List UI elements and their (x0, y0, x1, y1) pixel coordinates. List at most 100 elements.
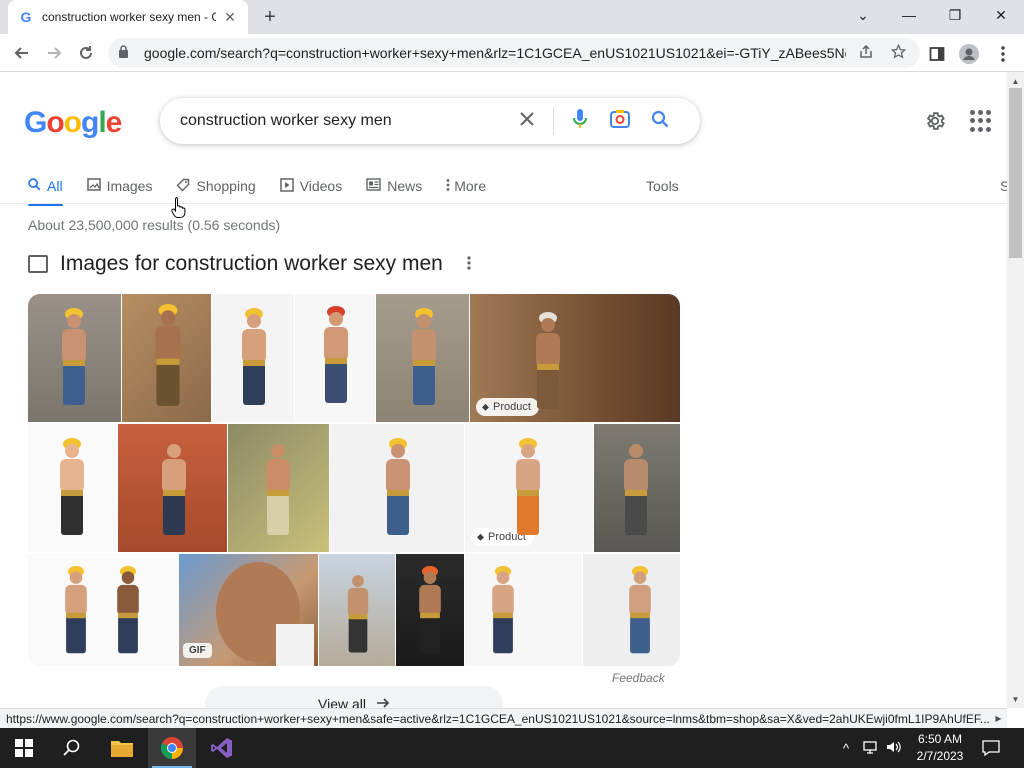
browser-tab[interactable]: G construction worker sexy men - G ✕ (8, 0, 248, 34)
torso-shape (412, 329, 436, 363)
back-icon[interactable] (8, 39, 36, 67)
head-shape (629, 444, 643, 458)
profile-avatar-icon[interactable] (958, 43, 980, 65)
tab-search-button[interactable]: ⌄ (840, 0, 886, 30)
torso-shape (65, 584, 87, 616)
hand-cursor-icon (171, 196, 187, 223)
side-panel-icon[interactable] (926, 43, 948, 65)
share-icon[interactable] (854, 44, 878, 62)
visual-studio-icon[interactable] (198, 728, 246, 768)
head-shape (541, 318, 555, 332)
google-logo[interactable]: Google (24, 106, 122, 140)
search-icon[interactable] (640, 110, 680, 133)
tab-title: construction worker sexy men - G (42, 10, 216, 24)
clock-time: 6:50 AM (917, 732, 963, 746)
toolbelt-shape (420, 612, 440, 619)
tab-images[interactable]: Images (86, 168, 152, 204)
head-shape (160, 310, 176, 325)
maximize-button[interactable]: ❐ (932, 0, 978, 30)
forward-icon[interactable] (40, 39, 68, 67)
tools-button[interactable]: Tools (646, 168, 679, 204)
toolbelt-shape (413, 360, 435, 366)
windows-taskbar: ^ 6:50 AM 2/7/2023 (0, 728, 1024, 768)
windows-logo-icon (15, 739, 33, 757)
address-bar[interactable]: google.com/search?q=construction+worker+… (108, 38, 920, 68)
image-icon (86, 178, 101, 194)
gear-icon[interactable] (922, 108, 948, 134)
url-text[interactable]: google.com/search?q=construction+worker+… (144, 45, 846, 61)
torso-shape (60, 459, 84, 493)
bookmark-star-icon[interactable] (886, 43, 910, 62)
google-apps-icon[interactable] (970, 110, 992, 132)
head-shape (521, 444, 535, 458)
search-nav-tabs: All Images Shopping Videos News More (28, 168, 510, 206)
pants-shape (66, 615, 86, 654)
head-shape (67, 314, 81, 328)
volume-icon[interactable] (884, 740, 904, 757)
torso-shape (162, 459, 186, 493)
more-options-icon[interactable] (467, 254, 471, 275)
new-tab-button[interactable]: + (258, 5, 282, 29)
image-icon (28, 255, 48, 273)
torso-shape (536, 333, 560, 367)
scroll-right-icon[interactable]: ▶ (990, 710, 1007, 727)
toolbelt-shape (387, 490, 409, 496)
toolbelt-shape (66, 612, 86, 619)
scroll-down-icon[interactable]: ▼ (1007, 692, 1024, 706)
toolbelt-shape (118, 612, 138, 619)
pants-shape (63, 363, 85, 405)
tab-more[interactable]: More (446, 168, 486, 204)
nav-divider (0, 203, 1007, 204)
microphone-icon[interactable] (560, 108, 600, 135)
head-shape (247, 314, 261, 328)
vertical-scrollbar[interactable]: ▲ ▼ (1007, 72, 1024, 708)
sign-in-button[interactable]: S (1000, 168, 1007, 204)
torso-shape (62, 329, 86, 363)
close-window-button[interactable]: ✕ (978, 0, 1024, 30)
scrollbar-thumb[interactable] (1009, 88, 1022, 258)
minimize-button[interactable]: — (886, 0, 932, 30)
tab-label: Videos (299, 178, 343, 194)
images-heading-text[interactable]: Images for construction worker sexy men (60, 252, 443, 276)
torso-shape (155, 326, 181, 362)
tab-shopping[interactable]: Shopping (176, 168, 256, 204)
torso-shape (624, 459, 648, 493)
pants-shape (163, 493, 185, 535)
toolbelt-shape (243, 360, 265, 366)
search-box[interactable]: construction worker sexy men (160, 98, 700, 144)
lens-camera-icon[interactable] (600, 109, 640, 134)
toolbelt-shape (625, 490, 647, 496)
clock-date: 2/7/2023 (916, 749, 964, 763)
view-all-button[interactable]: View all (205, 686, 503, 708)
clear-icon[interactable] (507, 111, 547, 132)
browser-menu-icon[interactable] (992, 43, 1014, 65)
tab-close-icon[interactable]: ✕ (222, 9, 238, 25)
chrome-taskbar-icon[interactable] (148, 728, 196, 768)
start-button[interactable] (0, 728, 48, 768)
pants-shape (413, 363, 435, 405)
link-status-bar: https://www.google.com/search?q=construc… (0, 708, 1007, 728)
head-shape (271, 444, 285, 458)
lock-icon[interactable] (118, 45, 132, 61)
head-shape (417, 314, 431, 328)
file-explorer-icon[interactable] (98, 728, 146, 768)
network-icon[interactable] (860, 740, 880, 757)
taskbar-clock[interactable]: 6:50 AM 2/7/2023 (905, 731, 975, 765)
toolbelt-shape (163, 490, 185, 496)
toolbelt-shape (537, 364, 559, 370)
notification-center-icon[interactable] (978, 736, 1004, 760)
tab-videos[interactable]: Videos (279, 168, 343, 204)
pants-shape (118, 615, 138, 654)
toolbelt-shape (156, 358, 180, 365)
reload-icon[interactable] (72, 39, 100, 67)
browser-titlebar: G construction worker sexy men - G ✕ + ⌄… (0, 0, 1024, 34)
pants-shape (325, 361, 347, 403)
taskbar-search-icon[interactable] (48, 728, 96, 768)
image-thumbnails-art (60, 304, 651, 666)
search-input[interactable]: construction worker sexy men (180, 112, 507, 130)
feedback-link[interactable]: Feedback (612, 671, 665, 685)
chevron-up-icon[interactable]: ^ (836, 741, 856, 756)
tab-all[interactable]: All (28, 168, 63, 206)
tab-news[interactable]: News (366, 168, 422, 204)
scroll-up-icon[interactable]: ▲ (1007, 74, 1024, 88)
